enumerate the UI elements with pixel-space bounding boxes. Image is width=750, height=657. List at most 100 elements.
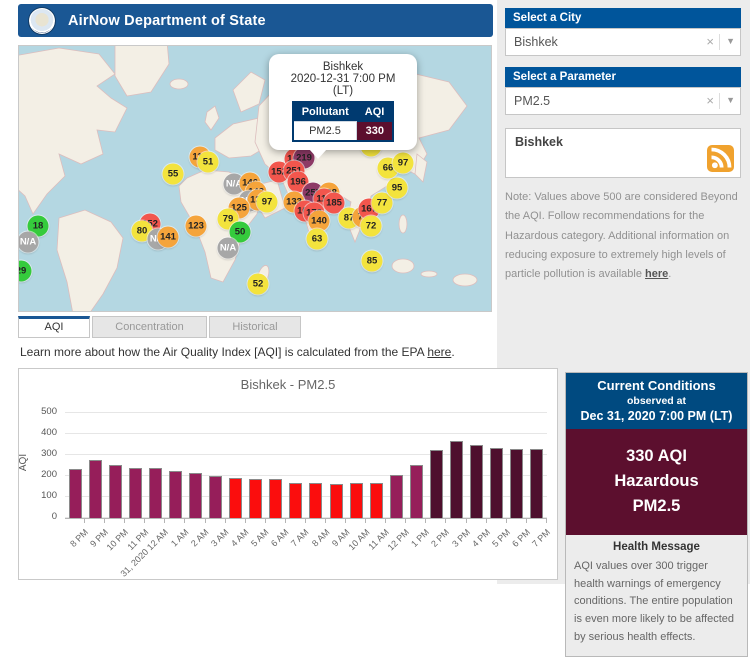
city-select-panel: Select a City Bishkek × ▼	[505, 8, 741, 56]
rss-city-label: Bishkek	[515, 135, 563, 149]
aqi-bar[interactable]	[88, 459, 102, 518]
bar-cell	[326, 413, 346, 518]
aqi-bar[interactable]	[168, 470, 182, 518]
world-aqi-map[interactable]: 18N/A291155155N/A146143N/A130971257950N/…	[18, 45, 492, 312]
cc-datetime: Dec 31, 2020 7:00 PM (LT)	[580, 409, 733, 423]
rss-icon[interactable]	[707, 145, 734, 172]
state-department-seal-icon	[28, 6, 56, 35]
bar-cell	[85, 413, 105, 518]
bar-cell	[386, 413, 406, 518]
bar-cell	[306, 413, 326, 518]
x-cell: 12 PM	[386, 519, 411, 575]
aqi-marker[interactable]: 141	[157, 226, 179, 248]
x-cell: 8 AM	[306, 519, 331, 575]
aqi-bar[interactable]	[309, 483, 323, 518]
clear-city-icon[interactable]: ×	[706, 29, 714, 55]
aqi-bar[interactable]	[530, 448, 544, 518]
note-link[interactable]: here	[645, 268, 668, 280]
city-select-value: Bishkek	[514, 35, 558, 49]
aqi-bar[interactable]	[229, 477, 243, 518]
tab-aqi[interactable]: AQI	[18, 316, 90, 338]
aqi-bar[interactable]	[68, 469, 82, 518]
aqi-bar[interactable]	[490, 448, 504, 518]
marker-layer: 18N/A291155155N/A146143N/A130971257950N/…	[19, 46, 491, 311]
aqi-bar[interactable]	[189, 473, 202, 518]
aqi-bar[interactable]	[470, 444, 484, 518]
chart-plot-area	[65, 412, 547, 518]
cc-title: Current Conditions	[597, 378, 716, 393]
aqi-bar[interactable]	[429, 449, 443, 518]
aqi-bar[interactable]	[108, 465, 122, 518]
x-cell: 11 AM	[366, 519, 391, 575]
tab-concentration[interactable]: Concentration	[92, 316, 207, 338]
aqi-bar[interactable]	[148, 468, 162, 518]
y-tick-label: 200	[41, 469, 57, 480]
popup-datetime: 2020-12-31 7:00 PM	[290, 73, 396, 85]
x-cell: 5 AM	[246, 519, 271, 575]
city-select-dropdown[interactable]: Bishkek × ▼	[505, 28, 741, 56]
cc-health-text: AQI values over 300 trigger health warni…	[574, 560, 734, 643]
note-suffix: .	[668, 268, 672, 280]
bar-cell	[487, 413, 507, 518]
aqi-bar[interactable]	[249, 478, 263, 518]
aqi-marker[interactable]: 29	[19, 260, 32, 282]
current-conditions-header: Current Conditions observed at Dec 31, 2…	[566, 373, 747, 429]
aqi-marker[interactable]: 72	[360, 215, 382, 237]
bar-cell	[507, 413, 527, 518]
aqi-marker[interactable]: 95	[386, 177, 408, 199]
parameter-select-header: Select a Parameter	[505, 67, 741, 87]
aqi-marker[interactable]: 52	[247, 273, 269, 295]
aqi-bar[interactable]	[289, 482, 303, 518]
chart-x-axis: 8 PM 9 PM 10 PM 11 PM 31, 2020 12 AM 1 AM 2 AM…	[65, 518, 552, 579]
aqi-bar[interactable]	[510, 448, 524, 518]
aqi-marker[interactable]: N/A	[19, 231, 39, 253]
y-tick-label: 500	[41, 406, 57, 417]
aqi-bar-chart: Bishkek - PM2.5 AQI 0 100 200 300 400 500 8 P…	[18, 368, 558, 580]
aqi-bar[interactable]	[369, 482, 383, 518]
x-cell: 7 PM	[527, 519, 552, 575]
learn-more-text: Learn more about how the Air Quality Ind…	[20, 345, 455, 359]
aqi-marker[interactable]: 123	[185, 215, 207, 237]
note-prefix: Note: Values above 500 are considered Be…	[505, 191, 738, 280]
app-title: AirNow Department of State	[68, 12, 266, 29]
x-cell: 9 AM	[326, 519, 351, 575]
aqi-marker[interactable]: N/A	[217, 237, 239, 259]
chart-bars	[65, 413, 547, 518]
bar-cell	[366, 413, 386, 518]
aqi-bar[interactable]	[389, 474, 403, 518]
aqi-marker[interactable]: 55	[162, 163, 184, 185]
bar-cell	[527, 413, 547, 518]
dropdown-divider	[719, 93, 720, 109]
x-cell: 3 PM	[446, 519, 472, 575]
chart-y-axis-label: AQI	[18, 453, 30, 472]
aqi-bar[interactable]	[349, 483, 363, 518]
aqi-marker[interactable]: 97	[392, 152, 414, 174]
bar-cell	[105, 413, 125, 518]
chevron-down-icon[interactable]: ▼	[726, 29, 735, 54]
aqi-bar[interactable]	[128, 468, 142, 518]
clear-parameter-icon[interactable]: ×	[706, 88, 714, 114]
aqi-marker[interactable]: 63	[306, 228, 328, 250]
aqi-marker[interactable]: 85	[361, 250, 383, 272]
beyond-aqi-note: Note: Values above 500 are considered Be…	[505, 188, 739, 284]
view-tabs: AQI Concentration Historical	[18, 316, 303, 338]
aqi-bar[interactable]	[269, 479, 283, 518]
y-tick-label: 0	[51, 511, 57, 522]
aqi-marker[interactable]: 97	[256, 191, 278, 213]
x-cell: 4 PM	[467, 519, 492, 575]
tab-historical[interactable]: Historical	[209, 316, 301, 338]
learn-more-link[interactable]: here	[427, 345, 451, 359]
x-tick-label: 7 PM	[530, 527, 552, 549]
aqi-bar[interactable]	[450, 440, 464, 518]
parameter-select-dropdown[interactable]: PM2.5 × ▼	[505, 87, 741, 115]
popup-city: Bishkek	[322, 61, 364, 73]
aqi-bar[interactable]	[209, 475, 223, 518]
aqi-bar[interactable]	[329, 483, 343, 518]
x-cell: 9 PM	[85, 519, 110, 575]
aqi-bar[interactable]	[409, 465, 423, 518]
x-cell: 2 PM	[426, 519, 452, 575]
x-cell: 6 PM	[507, 519, 532, 575]
chevron-down-icon[interactable]: ▼	[726, 88, 735, 113]
aqi-marker[interactable]: 51	[197, 151, 219, 173]
bar-cell	[406, 413, 426, 518]
